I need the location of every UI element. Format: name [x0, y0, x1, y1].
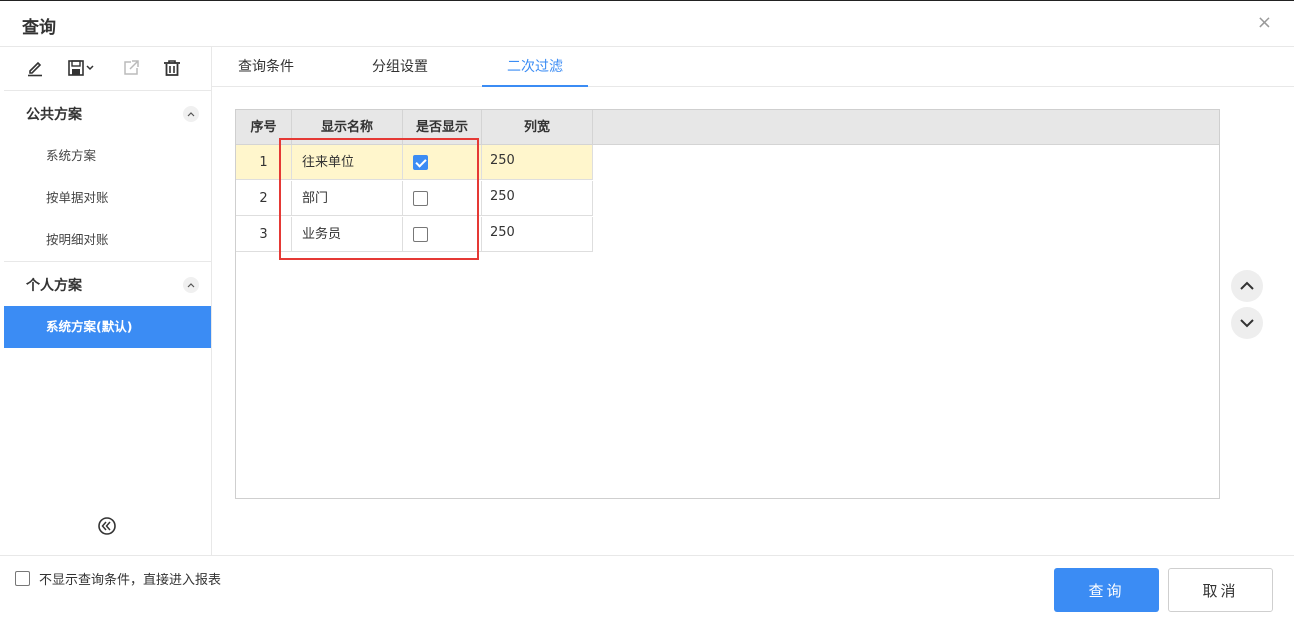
column-header-width: 列宽 [482, 110, 593, 145]
chevron-up-icon [1240, 281, 1254, 290]
query-button[interactable]: 查询 [1054, 568, 1159, 612]
move-up-button[interactable] [1231, 270, 1263, 302]
public-scheme-header[interactable]: 公共方案 [4, 91, 211, 135]
column-header-visible: 是否显示 [403, 110, 482, 145]
scheme-item-by-document[interactable]: 按单据对账 [4, 177, 211, 219]
save-icon[interactable] [64, 57, 100, 79]
grid-header: 序号 显示名称 是否显示 列宽 [236, 110, 1219, 145]
visible-checkbox[interactable] [413, 191, 428, 206]
visible-checkbox[interactable] [413, 227, 428, 242]
row-index: 2 [236, 181, 292, 216]
skip-conditions-option[interactable]: 不显示查询条件，直接进入报表 [15, 569, 221, 588]
skip-conditions-checkbox[interactable] [15, 571, 30, 586]
row-index: 3 [236, 217, 292, 252]
table-row[interactable]: 1 往来单位 250 [236, 145, 593, 180]
tab-bar: 查询条件 分组设置 二次过滤 [212, 47, 1294, 87]
personal-scheme-label: 个人方案 [26, 278, 82, 294]
row-display-name[interactable]: 部门 [292, 181, 403, 216]
row-index: 1 [236, 145, 292, 180]
edit-icon[interactable] [24, 57, 46, 79]
row-visible-cell [403, 181, 482, 216]
move-down-button[interactable] [1231, 307, 1263, 339]
dialog-title-bar: 查询 × [0, 1, 1294, 47]
chevron-up-icon[interactable] [183, 106, 199, 122]
public-scheme-label: 公共方案 [26, 107, 82, 123]
table-row[interactable]: 2 部门 250 [236, 181, 593, 216]
scheme-toolbar [4, 47, 211, 91]
tab-group-settings[interactable]: 分组设置 [364, 47, 436, 87]
chevron-down-icon [1240, 319, 1254, 328]
row-width[interactable]: 250 [482, 217, 593, 252]
collapse-sidebar-icon[interactable] [97, 516, 117, 536]
dialog-footer: 不显示查询条件，直接进入报表 查询 取消 [0, 555, 1294, 620]
column-settings-grid: 序号 显示名称 是否显示 列宽 1 往来单位 250 2 部门 250 3 业务… [235, 109, 1220, 499]
dialog-title: 查询 [22, 18, 56, 38]
row-display-name[interactable]: 往来单位 [292, 145, 403, 180]
row-visible-cell [403, 145, 482, 180]
scheme-item-system[interactable]: 系统方案 [4, 135, 211, 177]
cancel-button[interactable]: 取消 [1168, 568, 1273, 612]
table-row[interactable]: 3 业务员 250 [236, 217, 593, 252]
tab-query-conditions[interactable]: 查询条件 [230, 47, 302, 87]
scheme-item-by-detail[interactable]: 按明细对账 [4, 219, 211, 261]
scheme-sidebar: 公共方案 系统方案 按单据对账 按明细对账 个人方案 系统方案(默认) [4, 47, 212, 555]
column-header-index: 序号 [236, 110, 292, 145]
visible-checkbox[interactable] [413, 155, 428, 170]
row-display-name[interactable]: 业务员 [292, 217, 403, 252]
query-dialog: 查询 × 公共方案 系统方案 按单据对账 按明细对账 个人方案 系统方案(默认)… [0, 0, 1294, 620]
row-width[interactable]: 250 [482, 181, 593, 216]
personal-scheme-header[interactable]: 个人方案 [4, 262, 211, 306]
row-visible-cell [403, 217, 482, 252]
column-header-display-name: 显示名称 [292, 110, 403, 145]
skip-conditions-label: 不显示查询条件，直接进入报表 [39, 573, 222, 588]
chevron-up-icon[interactable] [183, 277, 199, 293]
export-icon[interactable] [120, 57, 142, 79]
row-width[interactable]: 250 [482, 145, 593, 180]
delete-icon[interactable] [161, 57, 183, 79]
close-icon[interactable]: × [1257, 13, 1272, 33]
tab-secondary-filter[interactable]: 二次过滤 [482, 47, 588, 87]
scheme-item-system-default[interactable]: 系统方案(默认) [4, 306, 211, 348]
